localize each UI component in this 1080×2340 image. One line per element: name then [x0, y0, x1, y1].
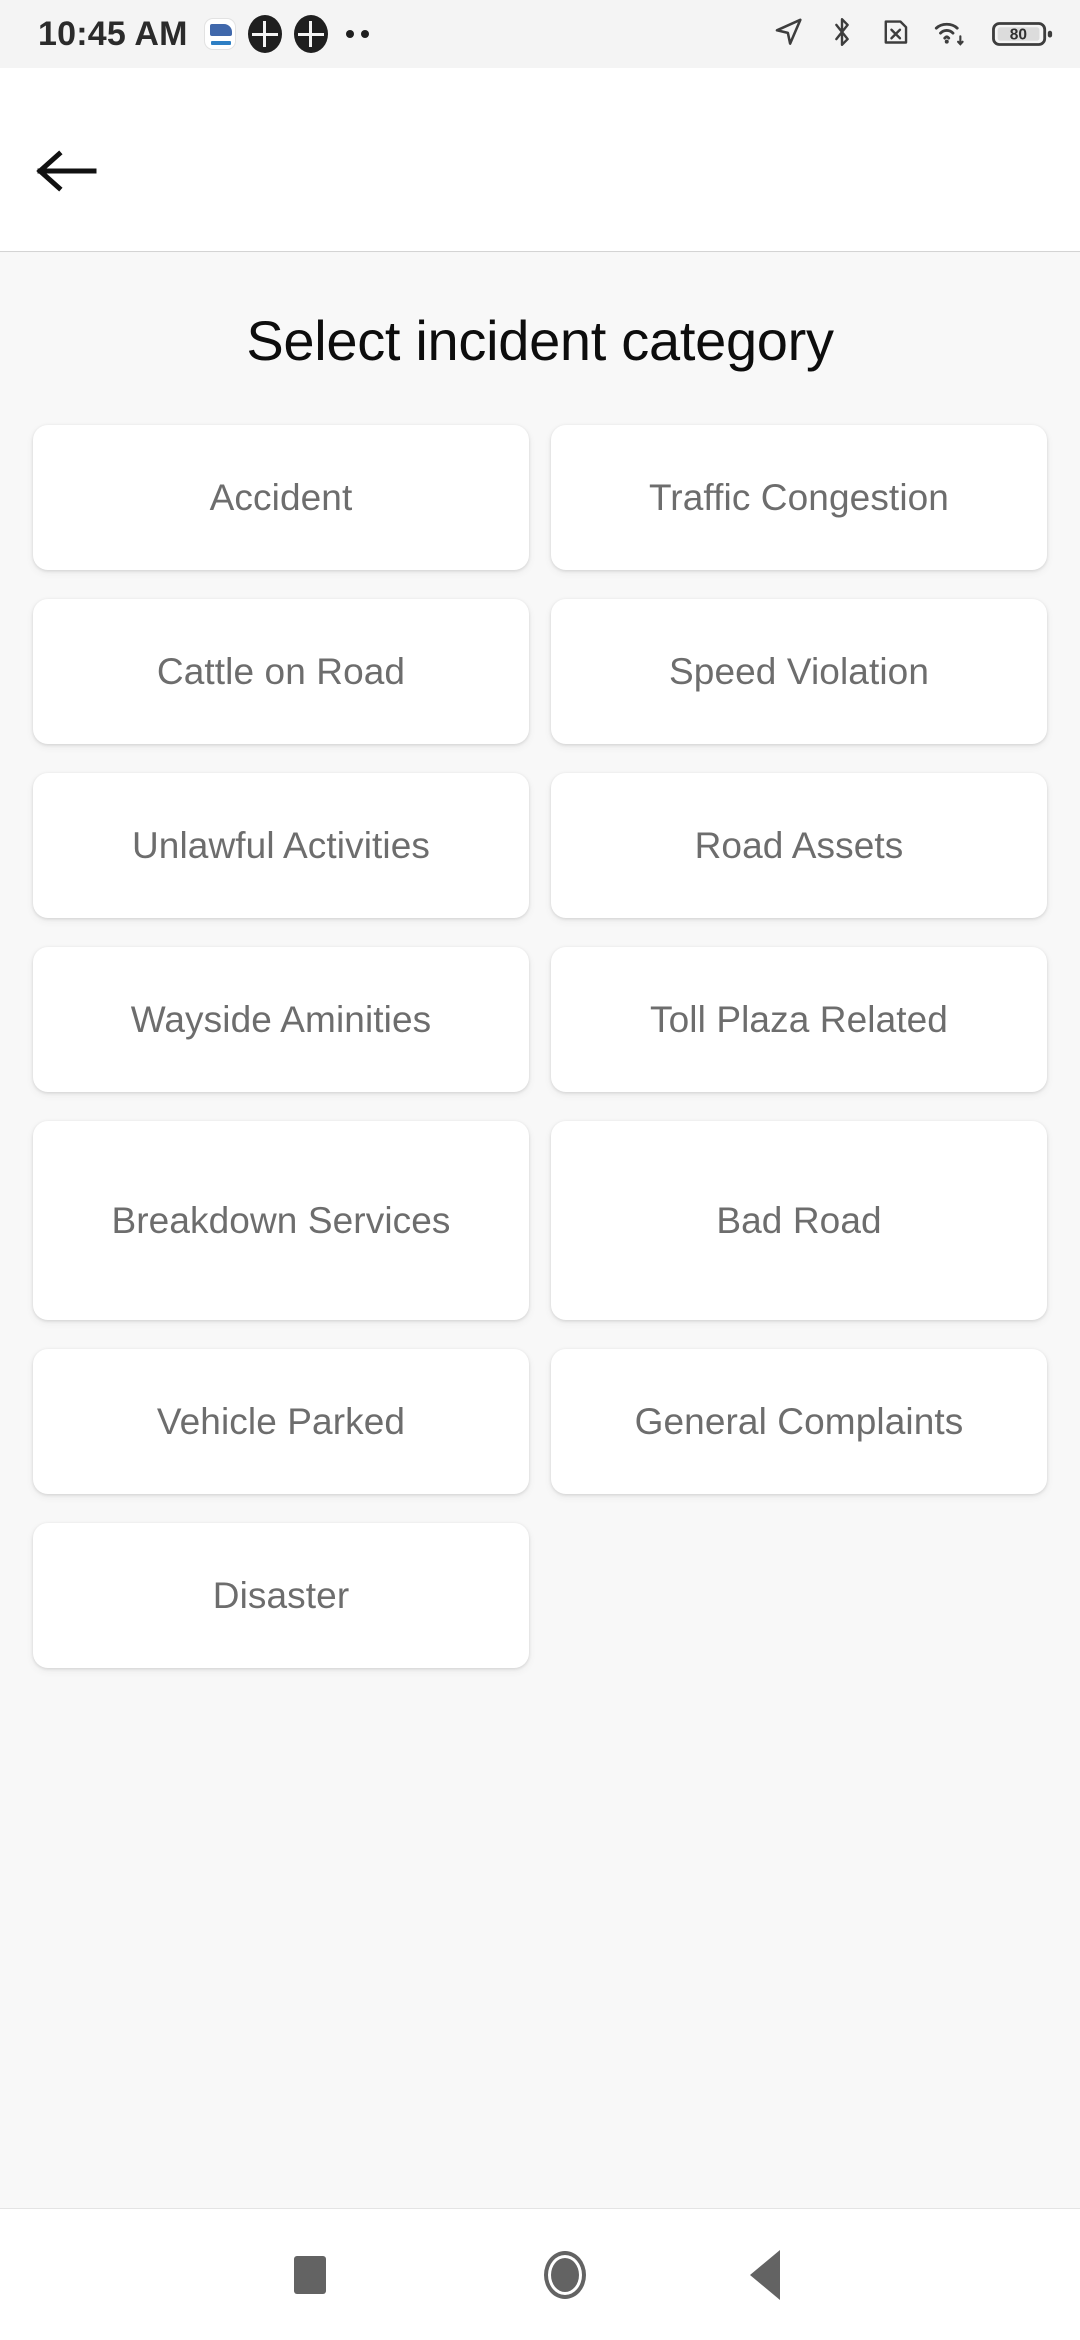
square-icon — [294, 2256, 326, 2294]
category-cell: Vehicle Parked — [22, 1349, 540, 1494]
status-bar-right: 80 — [772, 15, 1054, 54]
category-card[interactable]: Disaster — [33, 1523, 529, 1668]
category-cell: Bad Road — [540, 1121, 1058, 1320]
wifi-icon — [932, 15, 970, 54]
category-cell: Cattle on Road — [22, 599, 540, 744]
category-cell: Wayside Aminities — [22, 947, 540, 1092]
category-card[interactable]: Unlawful Activities — [33, 773, 529, 918]
app-bar — [0, 68, 1080, 252]
circle-icon — [544, 2251, 586, 2299]
battery-icon: 80 — [992, 17, 1054, 51]
bluetooth-icon — [828, 15, 856, 54]
category-card-label: Disaster — [212, 1574, 350, 1616]
notification-circle-icon — [293, 15, 328, 53]
category-cell: Traffic Congestion — [540, 425, 1058, 570]
more-dots-icon — [345, 30, 369, 38]
category-card[interactable]: Traffic Congestion — [551, 425, 1047, 570]
category-card[interactable]: General Complaints — [551, 1349, 1047, 1494]
category-cell: Breakdown Services — [22, 1121, 540, 1320]
category-grid: Accident Traffic Congestion Cattle on Road… — [0, 425, 1080, 1697]
back-arrow-icon — [36, 149, 98, 198]
category-card-label: Traffic Congestion — [648, 476, 949, 518]
category-cell: General Complaints — [540, 1349, 1058, 1494]
category-cell: Road Assets — [540, 773, 1058, 918]
category-card-label: Road Assets — [694, 824, 904, 866]
category-card-label: Breakdown Services — [111, 1199, 451, 1241]
category-cell: Unlawful Activities — [22, 773, 540, 918]
system-navigation-bar — [0, 2208, 1080, 2340]
category-card[interactable]: Road Assets — [551, 773, 1047, 918]
category-cell: Accident — [22, 425, 540, 570]
svg-text:80: 80 — [1010, 26, 1027, 43]
status-bar-clock: 10:45 AM — [38, 14, 188, 53]
recents-button[interactable] — [235, 2209, 385, 2340]
location-arrow-icon — [772, 15, 806, 54]
status-bar: 10:45 AM 80 — [0, 0, 1080, 68]
category-card[interactable]: Toll Plaza Related — [551, 947, 1047, 1092]
page-title: Select incident category — [246, 309, 834, 372]
category-card-label: Accident — [209, 476, 353, 518]
category-card[interactable]: Bad Road — [551, 1121, 1047, 1320]
phone-screen: 10:45 AM 80 Select incident category Acc… — [0, 0, 1080, 2340]
back-arrow-button[interactable] — [30, 146, 104, 200]
category-card-label: Wayside Aminities — [130, 998, 432, 1040]
triangle-left-icon — [750, 2250, 780, 2300]
category-card[interactable]: Vehicle Parked — [33, 1349, 529, 1494]
category-card[interactable]: Wayside Aminities — [33, 947, 529, 1092]
category-card[interactable]: Accident — [33, 425, 529, 570]
category-card-label: General Complaints — [634, 1400, 964, 1442]
category-card[interactable]: Speed Violation — [551, 599, 1047, 744]
category-card-label: Speed Violation — [668, 650, 930, 692]
category-card-label: Toll Plaza Related — [650, 998, 948, 1040]
category-card-label: Vehicle Parked — [156, 1400, 406, 1442]
category-card-label: Unlawful Activities — [131, 824, 430, 866]
content-area: Select incident category Accident Traffic… — [0, 253, 1080, 2208]
status-bar-left: 10:45 AM — [38, 15, 369, 54]
no-sim-icon — [878, 15, 910, 54]
notification-circle-icon — [247, 15, 282, 53]
category-cell: Speed Violation — [540, 599, 1058, 744]
system-back-button[interactable] — [690, 2209, 840, 2340]
home-button[interactable] — [490, 2209, 640, 2340]
category-card-label: Bad Road — [716, 1199, 882, 1241]
category-cell: Disaster — [22, 1523, 540, 1668]
category-card[interactable]: Breakdown Services — [33, 1121, 529, 1320]
category-cell: Toll Plaza Related — [540, 947, 1058, 1092]
category-card[interactable]: Cattle on Road — [33, 599, 529, 744]
category-card-label: Cattle on Road — [156, 650, 406, 692]
app-logo-badge-icon — [203, 18, 236, 50]
